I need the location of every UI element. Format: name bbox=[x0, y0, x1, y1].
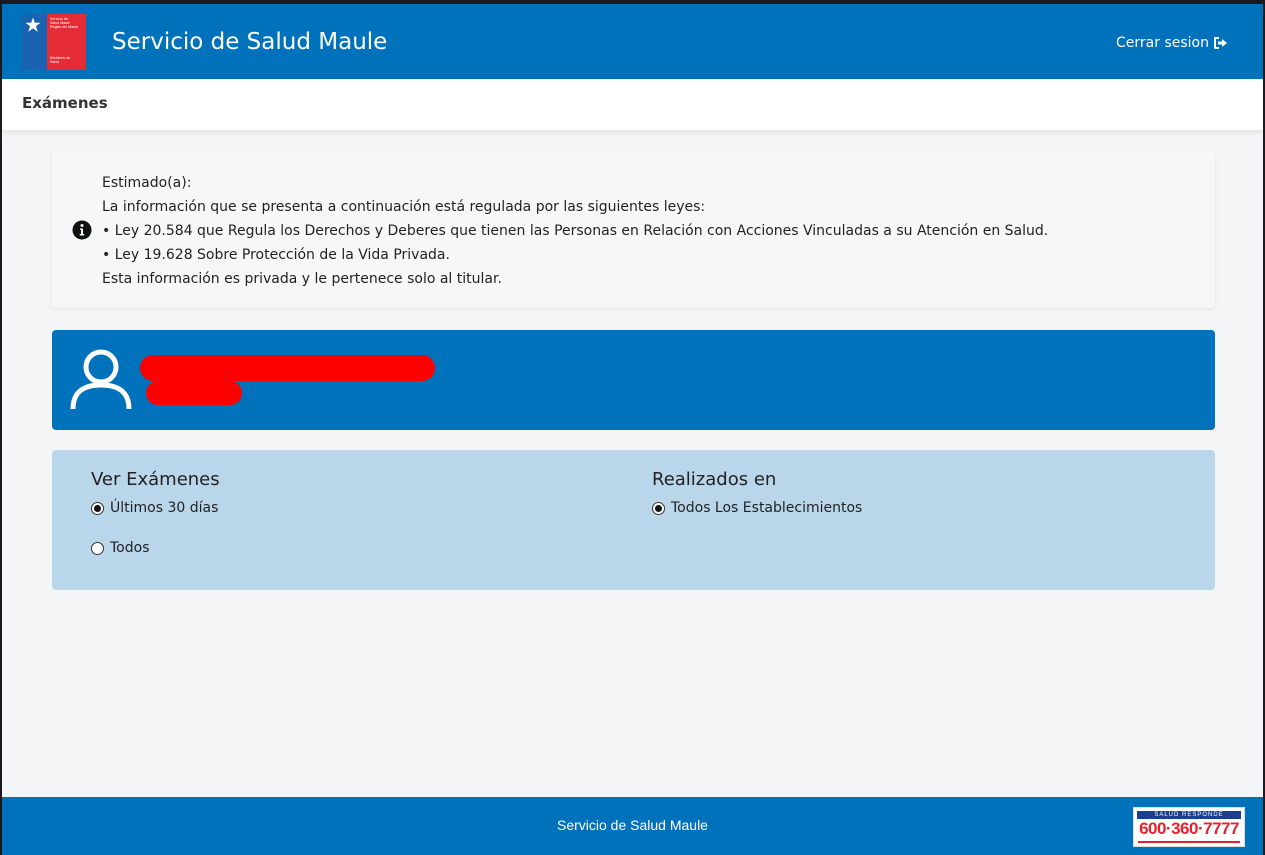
top-bar: Servicio de Salud Maule Región del Maule… bbox=[2, 4, 1263, 79]
section-title: Exámenes bbox=[22, 94, 108, 112]
footer: Servicio de Salud Maule SALUD RESPONDE 6… bbox=[2, 797, 1263, 855]
section-bar: Exámenes bbox=[2, 79, 1263, 130]
logo-text-line: Salud bbox=[50, 60, 60, 64]
user-icon bbox=[70, 349, 132, 410]
sign-out-icon bbox=[1214, 37, 1227, 49]
radio-label: Últimos 30 días bbox=[110, 500, 219, 516]
salud-responde-label: SALUD RESPONDE bbox=[1137, 811, 1241, 819]
redacted-patient-id bbox=[146, 381, 242, 405]
app-title: Servicio de Salud Maule bbox=[112, 29, 388, 55]
legal-notice: Estimado(a): La información que se prese… bbox=[52, 151, 1215, 308]
logo-text-line: Región del Maule bbox=[50, 25, 78, 29]
radio-label: Todos Los Establecimientos bbox=[671, 500, 863, 516]
notice-line: • Ley 20.584 que Regula los Derechos y D… bbox=[102, 223, 1049, 239]
notice-line: • Ley 19.628 Sobre Protección de la Vida… bbox=[102, 247, 450, 263]
radio-todos-establecimientos[interactable]: Todos Los Establecimientos bbox=[652, 498, 862, 518]
radio-ultimos-30-dias[interactable]: Últimos 30 días bbox=[91, 498, 220, 518]
radio-todos[interactable]: Todos bbox=[91, 538, 220, 558]
radio-unselected-icon bbox=[91, 541, 104, 555]
logout-link[interactable]: Cerrar sesion bbox=[1116, 34, 1229, 52]
salud-responde-logo: SALUD RESPONDE 600·360·7777 bbox=[1133, 807, 1245, 847]
coat-of-arms-icon bbox=[25, 17, 41, 32]
notice-line: La información que se presenta a continu… bbox=[102, 199, 706, 215]
info-icon bbox=[72, 220, 92, 240]
radio-selected-icon bbox=[91, 501, 104, 515]
radio-selected-icon bbox=[652, 501, 665, 515]
ministry-logo: Servicio de Salud Maule Región del Maule… bbox=[22, 14, 86, 70]
filter-realizados-en: Realizados en Todos Los Establecimientos bbox=[652, 468, 862, 518]
patient-card bbox=[52, 330, 1215, 430]
filter-ver-examenes: Ver Exámenes Últimos 30 días Todos bbox=[91, 468, 220, 558]
footer-text: Servicio de Salud Maule bbox=[557, 817, 708, 833]
filter-title: Realizados en bbox=[652, 469, 777, 490]
salud-responde-number: 600·360·7777 bbox=[1139, 819, 1239, 838]
app-frame: Servicio de Salud Maule Región del Maule… bbox=[2, 4, 1263, 855]
notice-line: Esta información es privada y le pertene… bbox=[102, 271, 502, 287]
filters-panel: Ver Exámenes Últimos 30 días Todos Reali… bbox=[52, 450, 1215, 590]
logout-label: Cerrar sesion bbox=[1116, 35, 1209, 51]
radio-label: Todos bbox=[110, 540, 150, 556]
notice-line: Estimado(a): bbox=[102, 175, 192, 191]
filter-title: Ver Exámenes bbox=[91, 469, 220, 490]
redacted-patient-name bbox=[140, 355, 435, 381]
